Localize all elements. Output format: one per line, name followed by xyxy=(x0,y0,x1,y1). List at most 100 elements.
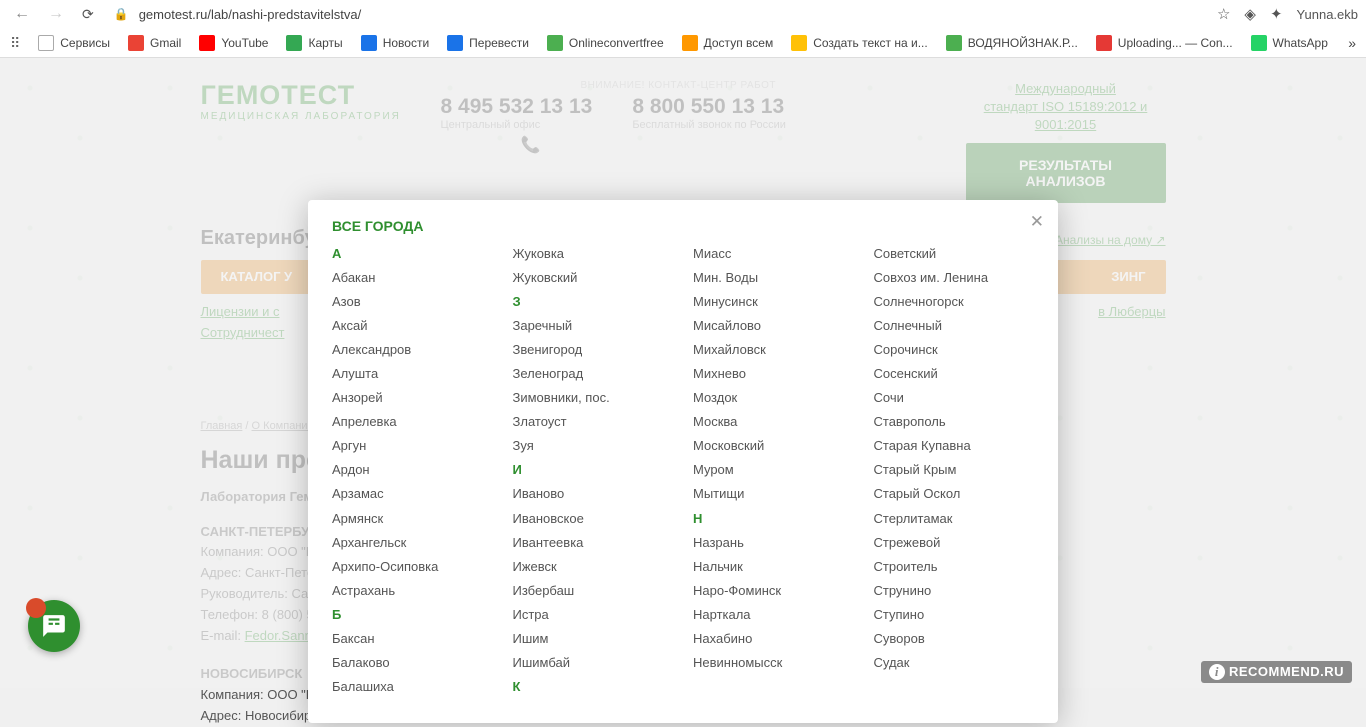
city-letter-heading: И xyxy=(513,458,674,482)
city-option[interactable]: Стрежевой xyxy=(874,531,1035,555)
bookmark-label: Onlineconvertfree xyxy=(569,36,664,50)
city-option[interactable]: Ишим xyxy=(513,627,674,651)
apps-icon[interactable]: ⠿ xyxy=(10,35,20,52)
city-option[interactable]: Солнечногорск xyxy=(874,290,1035,314)
bookmark-item[interactable]: Uploading... — Con... xyxy=(1096,35,1233,51)
city-option[interactable]: Судак xyxy=(874,651,1035,675)
bookmark-item[interactable]: ВОДЯНОЙЗНАК.Р... xyxy=(946,35,1078,51)
city-option[interactable]: Солнечный xyxy=(874,314,1035,338)
city-option[interactable]: Анзорей xyxy=(332,386,493,410)
city-option[interactable]: Аксай xyxy=(332,314,493,338)
chat-button[interactable] xyxy=(28,600,80,652)
city-option[interactable]: Михайловск xyxy=(693,338,854,362)
city-option[interactable]: Александров xyxy=(332,338,493,362)
city-option[interactable]: Жуковка xyxy=(513,242,674,266)
city-option[interactable]: Строитель xyxy=(874,555,1035,579)
city-option[interactable]: Михнево xyxy=(693,362,854,386)
city-option[interactable]: Струнино xyxy=(874,579,1035,603)
city-option[interactable]: Зуя xyxy=(513,434,674,458)
city-option[interactable]: Ивановское xyxy=(513,507,674,531)
city-option[interactable]: Нальчик xyxy=(693,555,854,579)
city-column-1: ААбаканАзовАксайАлександровАлуштаАнзорей… xyxy=(332,242,493,699)
city-option[interactable]: Аргун xyxy=(332,434,493,458)
bookmark-favicon xyxy=(38,35,54,51)
extension-icon[interactable]: ✦ xyxy=(1270,5,1283,23)
bookmark-overflow-icon[interactable]: » xyxy=(1348,35,1356,51)
bookmark-item[interactable]: Сервисы xyxy=(38,35,110,51)
city-option[interactable]: Суворов xyxy=(874,627,1035,651)
city-option[interactable]: Мытищи xyxy=(693,482,854,506)
city-option[interactable]: Нарткала xyxy=(693,603,854,627)
bookmark-item[interactable]: Onlineconvertfree xyxy=(547,35,664,51)
close-icon[interactable]: ✕ xyxy=(1030,212,1044,232)
city-option[interactable]: Сорочинск xyxy=(874,338,1035,362)
city-option[interactable]: Старый Оскол xyxy=(874,482,1035,506)
city-option[interactable]: Балаково xyxy=(332,651,493,675)
profile-label[interactable]: Yunna.ekb xyxy=(1297,7,1358,22)
city-option[interactable]: Миасс xyxy=(693,242,854,266)
bookmark-item[interactable]: Карты xyxy=(286,35,342,51)
city-option[interactable]: Совхоз им. Ленина xyxy=(874,266,1035,290)
city-option[interactable]: Избербаш xyxy=(513,579,674,603)
bookmark-item[interactable]: Создать текст на и... xyxy=(791,35,928,51)
city-option[interactable]: Мисайлово xyxy=(693,314,854,338)
city-option[interactable]: Сосенский xyxy=(874,362,1035,386)
city-option[interactable]: Астрахань xyxy=(332,579,493,603)
bookmark-item[interactable]: Gmail xyxy=(128,35,181,51)
city-letter-heading: З xyxy=(513,290,674,314)
back-icon[interactable]: ← xyxy=(8,3,36,25)
city-option[interactable]: Ишимбай xyxy=(513,651,674,675)
bookmark-item[interactable]: Перевести xyxy=(447,35,529,51)
bookmark-item[interactable]: WhatsApp xyxy=(1251,35,1328,51)
city-option[interactable]: Назрань xyxy=(693,531,854,555)
forward-icon[interactable]: → xyxy=(42,3,70,25)
city-option[interactable]: Стерлитамак xyxy=(874,507,1035,531)
city-option[interactable]: Ивантеевка xyxy=(513,531,674,555)
city-option[interactable]: Муром xyxy=(693,458,854,482)
city-option[interactable]: Ставрополь xyxy=(874,410,1035,434)
city-option[interactable]: Арзамас xyxy=(332,482,493,506)
city-option[interactable]: Наро-Фоминск xyxy=(693,579,854,603)
city-option[interactable]: Московский xyxy=(693,434,854,458)
city-option[interactable]: Иваново xyxy=(513,482,674,506)
city-option[interactable]: Архангельск xyxy=(332,531,493,555)
city-option[interactable]: Златоуст xyxy=(513,410,674,434)
bookmark-item[interactable]: Новости xyxy=(361,35,429,51)
bookmark-item[interactable]: Доступ всем xyxy=(682,35,774,51)
city-option[interactable]: Заречный xyxy=(513,314,674,338)
city-option[interactable]: Звенигород xyxy=(513,338,674,362)
city-option[interactable]: Балашиха xyxy=(332,675,493,699)
city-option[interactable]: Алушта xyxy=(332,362,493,386)
city-option[interactable]: Армянск xyxy=(332,507,493,531)
city-option[interactable]: Архипо-Осиповка xyxy=(332,555,493,579)
city-option[interactable]: Апрелевка xyxy=(332,410,493,434)
city-option[interactable]: Абакан xyxy=(332,266,493,290)
city-option[interactable]: Баксан xyxy=(332,627,493,651)
city-option[interactable]: Ижевск xyxy=(513,555,674,579)
city-option[interactable]: Азов xyxy=(332,290,493,314)
city-option[interactable]: Старый Крым xyxy=(874,458,1035,482)
city-option[interactable]: Ступино xyxy=(874,603,1035,627)
city-option[interactable]: Жуковский xyxy=(513,266,674,290)
city-option[interactable]: Истра xyxy=(513,603,674,627)
star-icon[interactable]: ☆ xyxy=(1217,5,1230,23)
city-letter-heading: А xyxy=(332,242,493,266)
city-option[interactable]: Советский xyxy=(874,242,1035,266)
reload-icon[interactable]: ⟳ xyxy=(76,4,100,25)
city-option[interactable]: Старая Купавна xyxy=(874,434,1035,458)
city-option[interactable]: Моздок xyxy=(693,386,854,410)
cube-icon[interactable]: ◈ xyxy=(1244,5,1256,23)
city-option[interactable]: Зеленоград xyxy=(513,362,674,386)
city-option[interactable]: Невинномысск xyxy=(693,651,854,675)
city-column-3: МиассМин. ВодыМинусинскМисайловоМихайлов… xyxy=(693,242,854,699)
city-option[interactable]: Минусинск xyxy=(693,290,854,314)
url-bar[interactable]: gemotest.ru/lab/nashi-predstavitelstva/ xyxy=(135,7,1211,22)
city-option[interactable]: Нахабино xyxy=(693,627,854,651)
bookmark-favicon xyxy=(361,35,377,51)
city-option[interactable]: Москва xyxy=(693,410,854,434)
bookmark-item[interactable]: YouTube xyxy=(199,35,268,51)
city-option[interactable]: Ардон xyxy=(332,458,493,482)
city-option[interactable]: Зимовники, пос. xyxy=(513,386,674,410)
city-option[interactable]: Сочи xyxy=(874,386,1035,410)
city-option[interactable]: Мин. Воды xyxy=(693,266,854,290)
